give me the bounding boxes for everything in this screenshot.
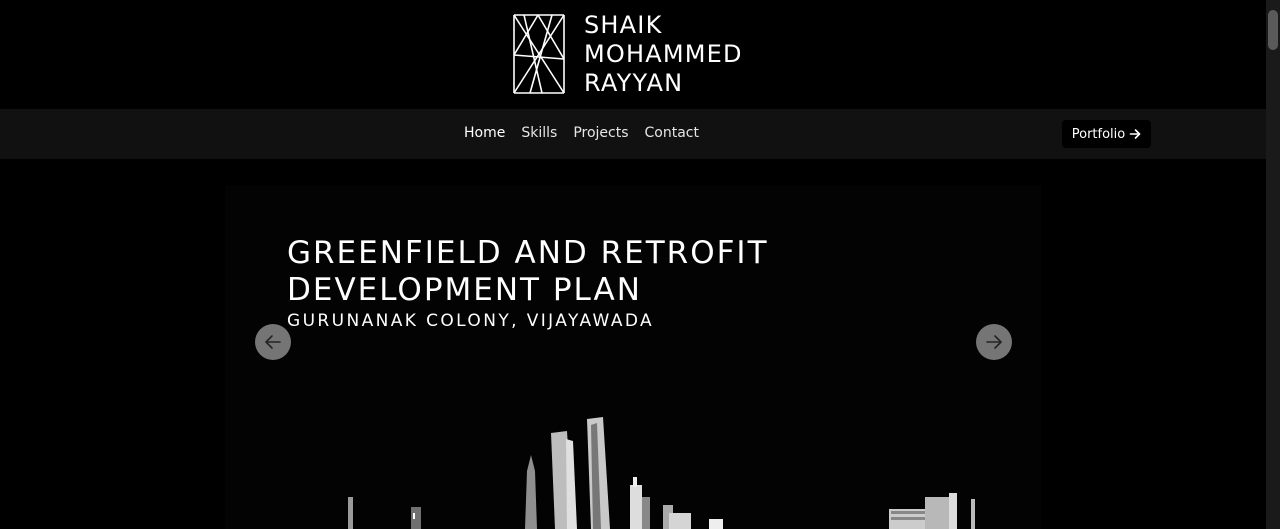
arrow-right-icon bbox=[986, 335, 1002, 349]
logo-line-3: RAYYAN bbox=[584, 69, 684, 97]
site-header: SHAIK MOHAMMED RAYYAN bbox=[0, 0, 1266, 109]
nav-link-skills[interactable]: Skills bbox=[521, 125, 557, 141]
project-carousel: GREENFIELD AND RETROFIT DEVELOPMENT PLAN… bbox=[225, 185, 1041, 529]
page: SHAIK MOHAMMED RAYYAN Home Skills Projec… bbox=[0, 0, 1280, 529]
carousel-next-button[interactable] bbox=[976, 324, 1012, 360]
portfolio-button[interactable]: Portfolio bbox=[1062, 120, 1151, 148]
nav-link-projects[interactable]: Projects bbox=[573, 125, 628, 141]
nav-link-home[interactable]: Home bbox=[464, 125, 505, 141]
slide-title-line-1: GREENFIELD AND RETROFIT bbox=[287, 235, 769, 271]
nav-links: Home Skills Projects Contact bbox=[464, 125, 699, 141]
arrow-right-icon bbox=[1129, 129, 1141, 139]
portfolio-button-label: Portfolio bbox=[1071, 126, 1126, 142]
scrollbar-thumb[interactable] bbox=[1268, 10, 1278, 50]
carousel-prev-button[interactable] bbox=[255, 324, 291, 360]
nav-link-contact[interactable]: Contact bbox=[645, 125, 699, 141]
logo[interactable]: SHAIK MOHAMMED RAYYAN bbox=[512, 11, 762, 98]
page-scrollbar[interactable] bbox=[1266, 0, 1280, 529]
logo-line-2: MOHAMMED bbox=[584, 40, 743, 68]
slide-title-line-2: DEVELOPMENT PLAN bbox=[287, 272, 642, 308]
slide-title: GREENFIELD AND RETROFIT DEVELOPMENT PLAN bbox=[287, 235, 769, 309]
slide-subtitle: GURUNANAK COLONY, VIJAYAWADA bbox=[287, 311, 655, 331]
arrow-left-icon bbox=[265, 335, 281, 349]
main-navbar: Home Skills Projects Contact Portfolio bbox=[0, 109, 1266, 159]
logo-text: SHAIK MOHAMMED RAYYAN bbox=[584, 11, 743, 98]
skyline-render-image bbox=[348, 417, 975, 529]
logo-line-1: SHAIK bbox=[584, 11, 663, 39]
geometric-logo-icon bbox=[513, 14, 565, 94]
